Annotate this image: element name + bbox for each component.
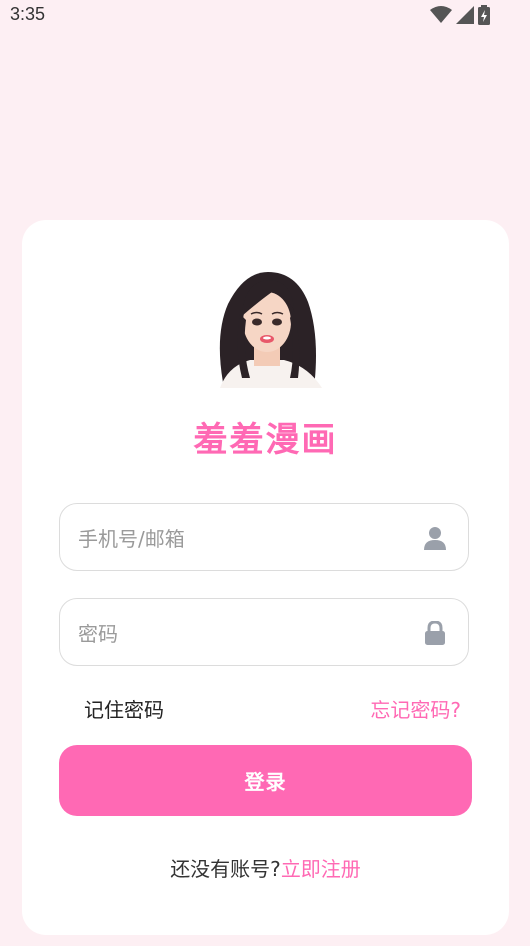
password-input-placeholder[interactable]: 密码	[78, 599, 118, 665]
account-field[interactable]: 手机号/邮箱	[59, 503, 469, 571]
signal-icon	[456, 6, 474, 24]
login-button[interactable]: 登录	[59, 745, 472, 816]
app-title: 羞羞漫画	[193, 420, 338, 460]
register-prompt-line: 还没有账号?立即注册	[22, 853, 509, 882]
status-icons	[430, 5, 490, 25]
app-logo-avatar	[206, 266, 326, 388]
battery-icon	[478, 5, 490, 25]
lock-icon	[425, 621, 445, 645]
wifi-icon	[430, 6, 452, 23]
status-time: 3:35	[10, 4, 46, 24]
register-link[interactable]: 立即注册	[281, 857, 361, 881]
user-icon	[424, 527, 446, 550]
register-prompt: 还没有账号?	[170, 857, 281, 881]
account-input-placeholder[interactable]: 手机号/邮箱	[78, 504, 185, 570]
status-bar: 3:35	[0, 0, 530, 32]
login-card: 羞羞漫画 手机号/邮箱 密码 记住密码 忘记密码? 登录 还没有账号?立即注册	[22, 220, 509, 935]
remember-password-label[interactable]: 记住密码	[84, 694, 164, 723]
forgot-password-link[interactable]: 忘记密码?	[370, 694, 461, 723]
password-field[interactable]: 密码	[59, 598, 469, 666]
